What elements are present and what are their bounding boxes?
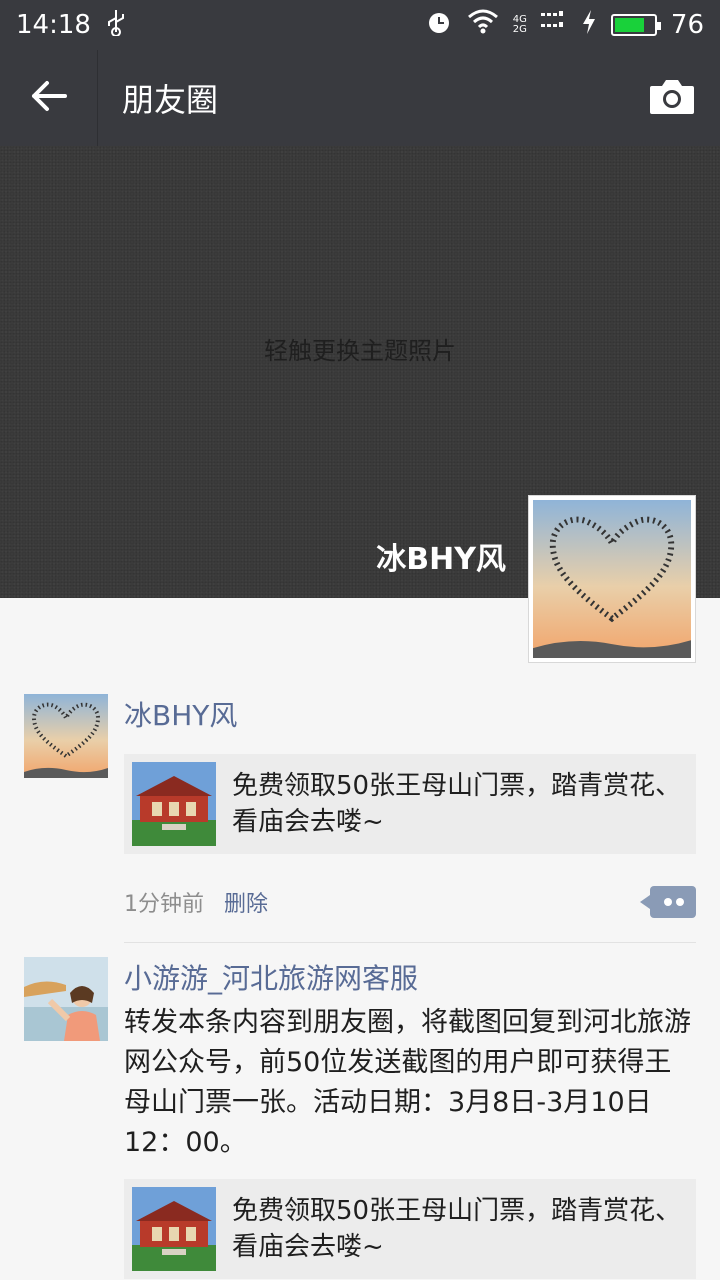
post-author[interactable]: 冰BHY风	[124, 694, 696, 738]
link-thumbnail	[132, 1187, 216, 1271]
cover-user-name: 冰BHY风	[376, 542, 506, 577]
post-avatar[interactable]	[24, 694, 108, 778]
battery-level: 76	[670, 10, 704, 40]
post: 冰BHY风 免费领取50张王母山门票，踏青赏花、看庙会去喽~ 1分钟前 删除	[0, 680, 720, 943]
wifi-icon	[467, 9, 499, 42]
avatar-image	[533, 500, 691, 658]
back-button[interactable]	[0, 50, 98, 146]
post: 小游游_河北旅游网客服 转发本条内容到朋友圈，将截图回复到河北旅游网公众号，前5…	[0, 943, 720, 1279]
post-text: 转发本条内容到朋友圈，将截图回复到河北旅游网公众号，前50位发送截图的用户即可获…	[124, 1007, 691, 1158]
usb-icon	[105, 8, 127, 43]
status-time: 14:18	[16, 10, 91, 40]
charging-icon	[581, 9, 597, 42]
alarm-icon	[425, 8, 453, 43]
avatar-image	[24, 957, 108, 1041]
more-icon	[664, 898, 672, 906]
more-icon-dot	[676, 898, 684, 906]
avatar-image	[24, 694, 108, 778]
battery-icon	[610, 14, 661, 36]
network-type-bottom: 2G	[512, 24, 527, 35]
link-title: 免费领取50张王母山门票，踏青赏花、看庙会去喽~	[232, 1196, 682, 1262]
link-title: 免费领取50张王母山门票，踏青赏花、看庙会去喽~	[232, 771, 682, 837]
link-card[interactable]: 免费领取50张王母山门票，踏青赏花、看庙会去喽~	[124, 754, 696, 854]
post-avatar[interactable]	[24, 957, 108, 1041]
link-card[interactable]: 免费领取50张王母山门票，踏青赏花、看庙会去喽~	[124, 1179, 696, 1279]
battery-fill	[614, 18, 644, 32]
camera-button[interactable]	[624, 50, 720, 146]
app-bar: 朋友圈	[0, 50, 720, 146]
post-meta: 1分钟前 删除	[124, 880, 696, 924]
signal-icon	[540, 10, 567, 41]
more-button[interactable]	[640, 886, 696, 918]
link-thumbnail	[132, 762, 216, 846]
moments-feed: 冰BHY风 免费领取50张王母山门票，踏青赏花、看庙会去喽~ 1分钟前 删除 小…	[0, 680, 720, 1279]
camera-icon	[648, 76, 696, 120]
page-title: 朋友圈	[122, 81, 219, 119]
network-indicator: 4G 2G	[513, 15, 527, 35]
arrow-left-icon	[31, 80, 67, 116]
profile-avatar[interactable]	[528, 495, 696, 663]
cover-hint: 轻触更换主题照片	[264, 337, 456, 365]
post-time: 1分钟前	[124, 892, 204, 917]
post-author[interactable]: 小游游_河北旅游网客服	[124, 957, 696, 1001]
status-bar: 14:18 4G 2G 76	[0, 0, 720, 50]
delete-link[interactable]: 删除	[224, 886, 268, 918]
